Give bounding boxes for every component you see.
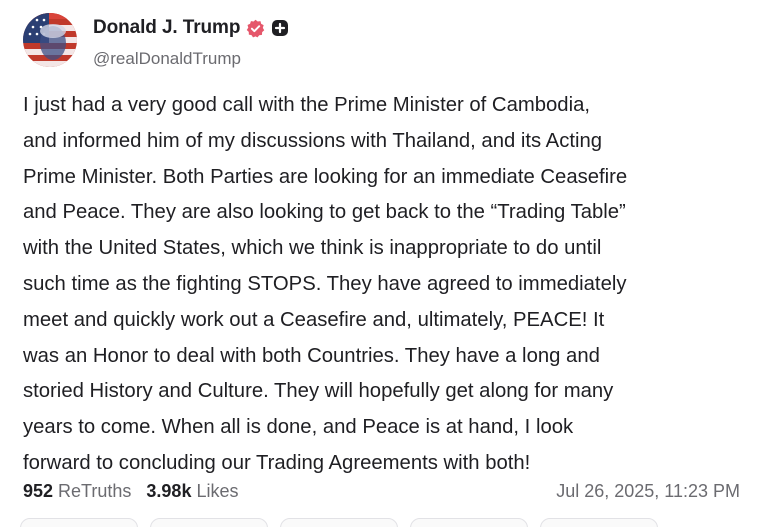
author-handle[interactable]: @realDonaldTrump xyxy=(93,49,241,69)
post-body-line: I just had a very good call with the Pri… xyxy=(23,94,591,116)
post-stats: 952 ReTruths 3.98k Likes xyxy=(23,481,253,502)
likes-count[interactable]: 3.98k xyxy=(146,481,191,502)
author-name-row: Donald J. Trump xyxy=(93,17,289,39)
post-body-line: and informed him of my discussions with … xyxy=(23,129,603,152)
action-bar xyxy=(0,518,766,527)
post-body-line: meet and quickly work out a Ceasefire an… xyxy=(23,308,605,331)
likes-label[interactable]: Likes xyxy=(196,481,238,502)
post-body-line: years to come. When all is done, and Pea… xyxy=(23,416,574,439)
share-button[interactable] xyxy=(410,518,528,527)
avatar-image xyxy=(23,13,77,67)
post-body-line: forward to concluding our Trading Agreem… xyxy=(23,451,531,474)
more-button[interactable] xyxy=(540,518,658,527)
post-body: I just had a very good call with the Pri… xyxy=(23,88,758,482)
avatar[interactable] xyxy=(23,13,77,67)
post-body-line: such time as the fighting STOPS. They ha… xyxy=(23,272,627,295)
retruths-count[interactable]: 952 xyxy=(23,481,53,502)
reply-button[interactable] xyxy=(20,518,138,527)
verified-badge-icon xyxy=(247,19,265,37)
post-body-line: Prime Minister. Both Parties are looking… xyxy=(23,165,628,188)
post-body-line: was an Honor to deal with both Countries… xyxy=(23,344,600,367)
post-timestamp[interactable]: Jul 26, 2025, 11:23 PM xyxy=(556,481,740,502)
plus-badge-icon xyxy=(272,20,289,36)
retruth-button[interactable] xyxy=(150,518,268,527)
post-body-line: storied History and Culture. They will h… xyxy=(23,380,614,403)
like-button[interactable] xyxy=(280,518,398,527)
author-display-name[interactable]: Donald J. Trump xyxy=(93,17,240,39)
post-card: Donald J. Trump @realDonaldTrump I just … xyxy=(0,0,766,527)
post-body-line: with the United States, which we think i… xyxy=(23,237,602,260)
retruths-label[interactable]: ReTruths xyxy=(58,481,131,502)
post-body-line: and Peace. They are also looking to get … xyxy=(23,201,626,224)
